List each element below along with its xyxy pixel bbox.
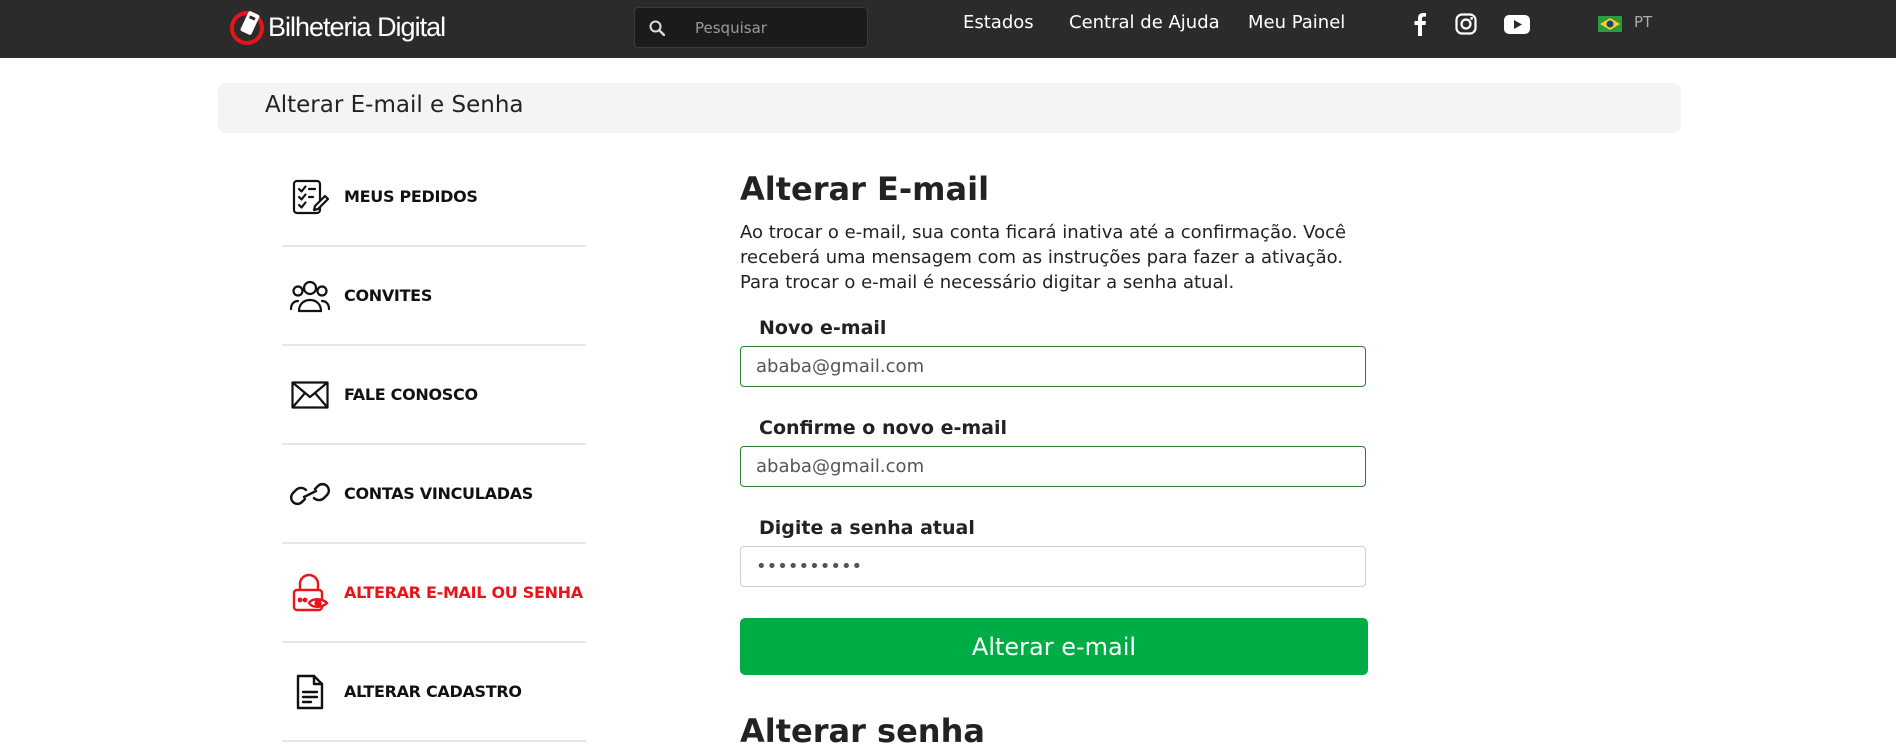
youtube-icon[interactable] bbox=[1504, 11, 1530, 37]
new-email-field[interactable] bbox=[740, 346, 1366, 387]
confirm-email-label: Confirme o novo e-mail bbox=[759, 417, 1007, 439]
logo-text: Bilheteria Digital bbox=[268, 11, 446, 42]
form-description: Ao trocar o e-mail, sua conta ficará ina… bbox=[740, 222, 1347, 293]
sidebar-item-fale-conosco[interactable]: FALE CONOSCO bbox=[282, 346, 586, 445]
logo[interactable]: Bilheteria Digital bbox=[228, 7, 446, 47]
nav-central-de-ajuda[interactable]: Central de Ajuda bbox=[1069, 12, 1220, 33]
current-password-label: Digite a senha atual bbox=[759, 517, 975, 539]
search-icon[interactable] bbox=[649, 20, 665, 36]
nav-meu-painel[interactable]: Meu Painel bbox=[1248, 12, 1345, 33]
brazil-flag-icon[interactable] bbox=[1598, 16, 1622, 32]
sidebar-item-contas-vinculadas[interactable]: CONTAS VINCULADAS bbox=[282, 445, 586, 544]
nav-estados[interactable]: Estados bbox=[963, 12, 1034, 33]
page-title: Alterar E-mail e Senha bbox=[265, 92, 524, 118]
sidebar-item-alterar-email-senha[interactable]: ALTERAR E-MAIL OU SENHA bbox=[282, 544, 586, 643]
sidebar-item-meus-pedidos[interactable]: MEUS PEDIDOS bbox=[282, 148, 586, 247]
link-icon bbox=[290, 474, 330, 514]
envelope-icon bbox=[290, 375, 330, 415]
sidebar-item-label: ALTERAR E-MAIL OU SENHA bbox=[344, 583, 583, 602]
change-email-form: Alterar E-mail Ao trocar o e-mail, sua c… bbox=[740, 170, 1368, 675]
document-icon bbox=[290, 672, 330, 712]
current-password-field[interactable] bbox=[740, 546, 1366, 587]
sidebar-item-label: CONVITES bbox=[344, 286, 433, 305]
language-selector[interactable]: PT bbox=[1634, 13, 1652, 31]
sidebar-item-alterar-cadastro[interactable]: ALTERAR CADASTRO bbox=[282, 643, 586, 742]
sidebar-item-label: CONTAS VINCULADAS bbox=[344, 484, 534, 503]
top-navbar: Bilheteria Digital Estados Central de Aj… bbox=[0, 0, 1896, 58]
checklist-icon bbox=[290, 177, 330, 217]
facebook-icon[interactable] bbox=[1407, 11, 1433, 37]
sidebar-item-label: FALE CONOSCO bbox=[344, 385, 478, 404]
change-password-title: Alterar senha bbox=[740, 712, 985, 750]
confirm-email-field[interactable] bbox=[740, 446, 1366, 487]
new-email-label: Novo e-mail bbox=[759, 317, 887, 339]
search-input[interactable] bbox=[693, 17, 847, 38]
users-icon bbox=[290, 276, 330, 316]
logo-icon bbox=[228, 8, 266, 46]
instagram-icon[interactable] bbox=[1453, 11, 1479, 37]
sidebar-item-convites[interactable]: CONVITES bbox=[282, 247, 586, 346]
change-email-button[interactable]: Alterar e-mail bbox=[740, 618, 1368, 675]
sidebar-item-label: MEUS PEDIDOS bbox=[344, 187, 478, 206]
sidebar-item-label: ALTERAR CADASTRO bbox=[344, 682, 522, 701]
account-sidebar: MEUS PEDIDOS CONVITES FALE CONOSCO CONTA… bbox=[282, 148, 586, 742]
form-title: Alterar E-mail bbox=[740, 170, 990, 208]
lock-eye-icon bbox=[290, 573, 330, 613]
search-box[interactable] bbox=[634, 7, 868, 48]
page-title-bar: Alterar E-mail e Senha bbox=[218, 83, 1681, 133]
